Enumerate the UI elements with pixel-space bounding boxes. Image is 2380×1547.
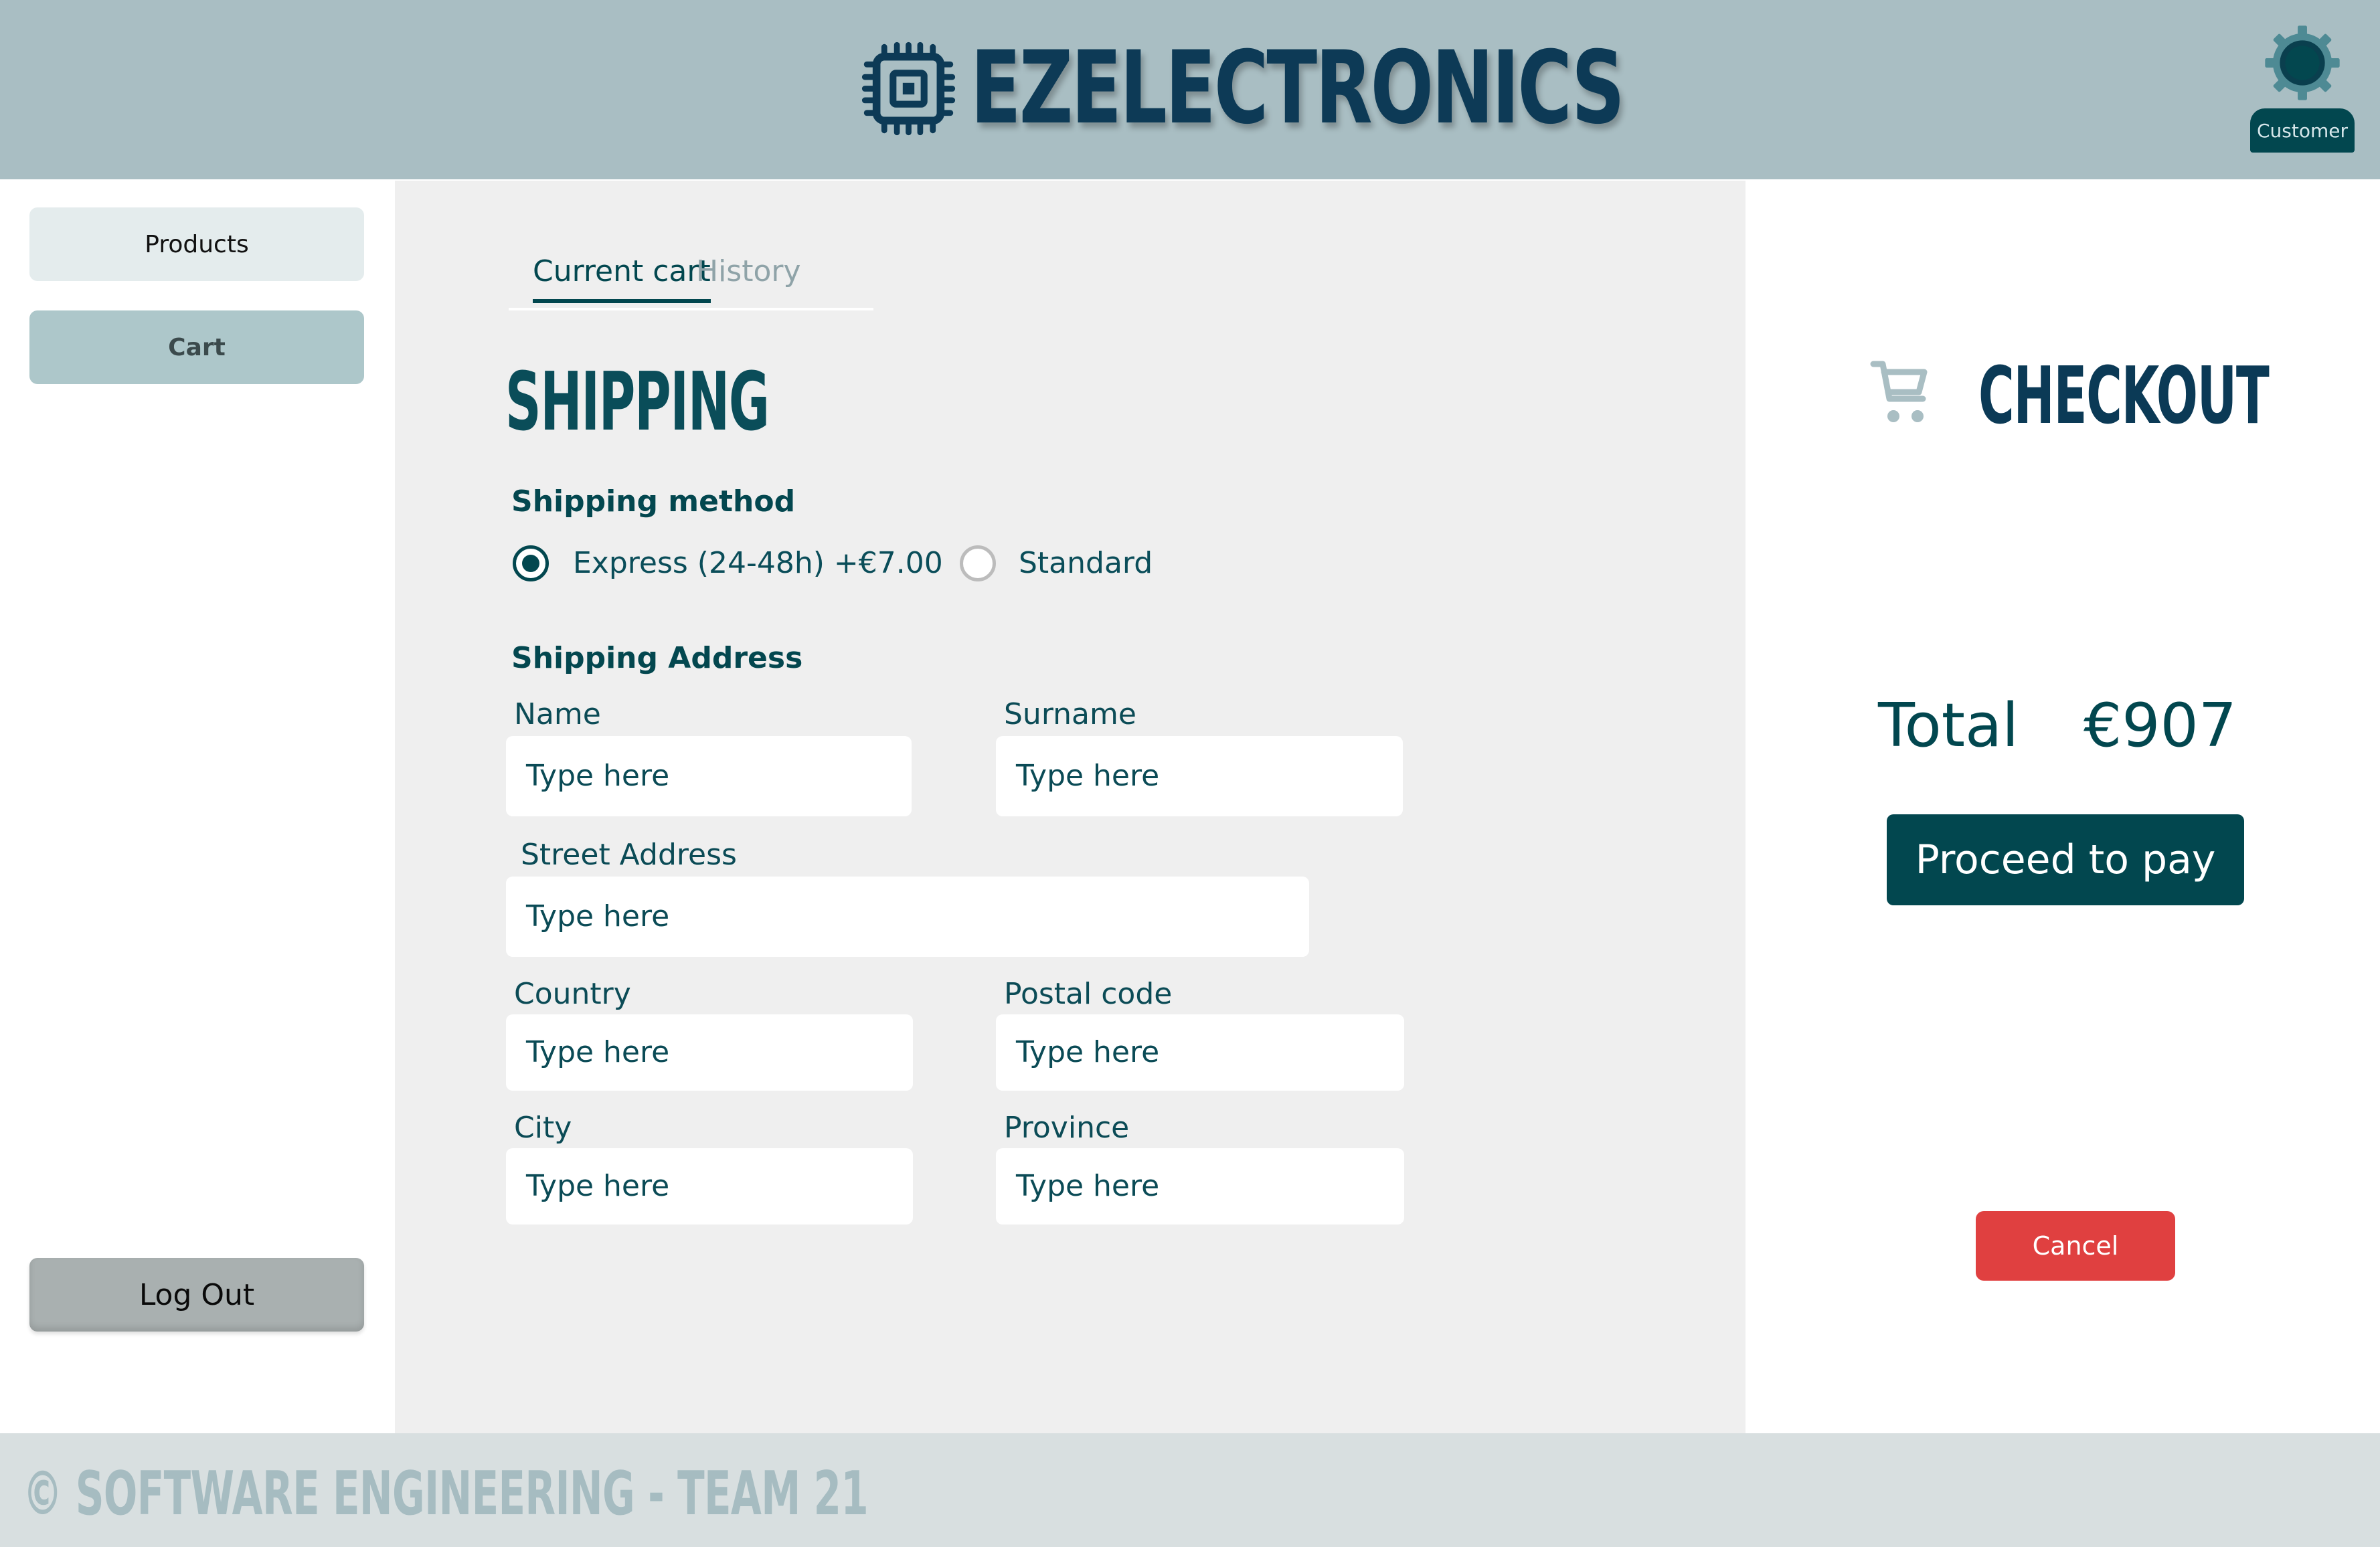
cancel-button[interactable]: Cancel [1976, 1211, 2175, 1281]
footer: © SOFTWARE ENGINEERING - TEAM 21 [0, 1433, 2380, 1547]
city-field[interactable]: Type here [506, 1148, 913, 1224]
standard-radio-label[interactable]: Standard [1019, 545, 1153, 581]
app-title: EZELECTRONICS [970, 30, 1625, 147]
sidebar: Products Cart Log Out [0, 181, 395, 1433]
user-role-badge[interactable]: Customer [2250, 108, 2355, 153]
surname-label: Surname [1004, 697, 1136, 731]
user-menu[interactable]: Customer [2250, 24, 2355, 153]
postal-code-label: Postal code [1004, 977, 1173, 1011]
tab-history[interactable]: History [696, 254, 801, 288]
sidebar-item-products[interactable]: Products [29, 207, 364, 281]
tab-current-cart[interactable]: Current cart [533, 254, 711, 303]
chip-icon [861, 41, 956, 135]
logo: EZELECTRONICS [860, 30, 1852, 147]
country-field[interactable]: Type here [506, 1014, 913, 1091]
postal-code-field[interactable]: Type here [996, 1014, 1404, 1091]
province-field[interactable]: Type here [996, 1148, 1404, 1224]
cart-tabs: Current cart History [509, 254, 873, 310]
shipping-form-panel: Current cart History SHIPPING Shipping m… [395, 181, 1746, 1433]
street-address-label: Street Address [521, 838, 737, 872]
app-header: EZELECTRONICS Customer [0, 0, 2380, 179]
name-label: Name [514, 697, 601, 731]
surname-field[interactable]: Type here [996, 736, 1403, 816]
shipping-address-label: Shipping Address [511, 641, 803, 675]
total-value: €907 [2084, 691, 2237, 761]
country-label: Country [514, 977, 631, 1011]
sidebar-item-cart[interactable]: Cart [29, 310, 364, 384]
name-field[interactable]: Type here [506, 736, 912, 816]
shipping-method-label: Shipping method [511, 484, 796, 519]
logout-button[interactable]: Log Out [29, 1258, 364, 1332]
gear-icon[interactable] [2264, 24, 2341, 102]
express-radio[interactable] [513, 545, 549, 581]
checkout-title: CHECKOUT [1978, 349, 2270, 442]
street-address-field[interactable]: Type here [506, 877, 1309, 957]
proceed-to-pay-button[interactable]: Proceed to pay [1887, 814, 2244, 905]
cart-icon [1870, 361, 1928, 422]
express-radio-label[interactable]: Express (24-48h) +€7.00 [573, 545, 943, 581]
total-label: Total [1878, 691, 2019, 761]
footer-copyright: © SOFTWARE ENGINEERING - TEAM 21 [23, 1459, 869, 1529]
city-label: City [514, 1111, 572, 1145]
standard-radio[interactable] [960, 545, 996, 581]
section-title: SHIPPING [505, 356, 770, 449]
checkout-panel: CHECKOUT Total €907 Proceed to pay Cance… [1746, 181, 2380, 1433]
province-label: Province [1004, 1111, 1130, 1145]
